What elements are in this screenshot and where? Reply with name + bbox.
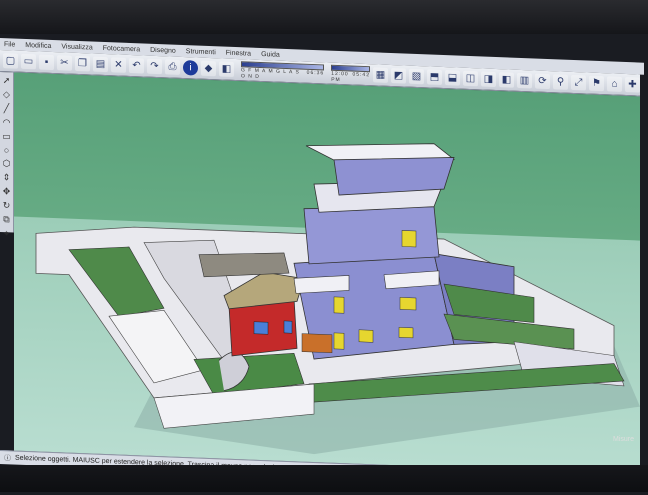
status-info-icon: ⓘ xyxy=(4,454,11,462)
zoom-icon[interactable]: ⚲ xyxy=(553,74,568,90)
menu-guida[interactable]: Guida xyxy=(261,51,280,59)
polygon-tool-icon[interactable]: ⬡ xyxy=(1,158,12,169)
paste-icon[interactable]: ▤ xyxy=(93,56,108,73)
front-view-icon[interactable]: ◫ xyxy=(463,70,478,87)
open-folder-icon[interactable]: ▭ xyxy=(21,53,36,70)
menu-modifica[interactable]: Modifica xyxy=(25,41,51,49)
left-view-icon[interactable]: ▥ xyxy=(517,72,532,89)
monitor-bezel-top xyxy=(0,0,648,34)
top-view-icon[interactable]: ⬓ xyxy=(445,70,460,86)
shadow-time-end: 05:42 xyxy=(352,71,370,78)
extension-icon[interactable]: ✚ xyxy=(625,77,640,93)
shadow-settings[interactable]: G F M A M G L A S O N D 06:36 xyxy=(241,60,325,82)
new-file-icon[interactable]: ▢ xyxy=(3,53,18,69)
orbit-icon[interactable]: ⟳ xyxy=(535,73,550,90)
measure-label: Misure xyxy=(612,436,634,443)
warehouse-icon[interactable]: ⌂ xyxy=(607,76,622,92)
shadow-months: G F M A M G L A S O N D xyxy=(241,66,300,80)
menu-disegno[interactable]: Disegno xyxy=(150,46,176,54)
window-yellow-6 xyxy=(333,332,345,350)
arc-tool-icon[interactable]: ◠ xyxy=(1,117,12,128)
redo-icon[interactable]: ↷ xyxy=(147,58,162,75)
menu-visualizza[interactable]: Visualizza xyxy=(61,43,92,51)
window-yellow-2 xyxy=(333,296,345,314)
window-yellow-3 xyxy=(399,297,417,311)
material-icon[interactable]: ◩ xyxy=(391,68,406,84)
3d-viewport[interactable] xyxy=(14,72,640,475)
circle-tool-icon[interactable]: ○ xyxy=(1,145,12,155)
garage-door xyxy=(301,333,333,354)
move-tool-icon[interactable]: ✥ xyxy=(1,186,12,197)
menu-fotocamera[interactable]: Fotocamera xyxy=(103,44,140,52)
shadow-time-mid: 12:00 PM xyxy=(331,70,349,83)
back-view-icon[interactable]: ◧ xyxy=(499,72,514,88)
window-yellow-5 xyxy=(398,327,414,339)
layer-icon[interactable]: ▧ xyxy=(409,68,424,85)
erase-icon[interactable]: ✕ xyxy=(111,57,126,73)
cut-icon[interactable]: ✂ xyxy=(57,55,72,71)
iso-view-icon[interactable]: ⬒ xyxy=(427,69,442,85)
shadow-time-start: 06:36 xyxy=(306,69,325,76)
shadow-time-panel[interactable]: 12:00 PM 05:42 xyxy=(331,64,370,83)
print-icon[interactable]: ⎙ xyxy=(165,59,180,75)
info-icon[interactable]: i xyxy=(183,60,198,76)
rotate-tool-icon[interactable]: ↻ xyxy=(1,200,12,211)
zoom-extents-icon[interactable]: ⤢ xyxy=(571,74,586,91)
undo-icon[interactable]: ↶ xyxy=(129,57,144,74)
menu-strumenti[interactable]: Strumenti xyxy=(186,48,216,56)
red-wing-window xyxy=(253,321,269,335)
copy-icon[interactable]: ❐ xyxy=(75,55,90,72)
component-icon[interactable]: ◆ xyxy=(201,60,216,77)
rectangle-tool-icon[interactable]: ▭ xyxy=(1,131,12,142)
house-model[interactable] xyxy=(14,73,640,475)
sketchup-window: File Modifica Visualizza Fotocamera Dise… xyxy=(0,30,648,495)
window-yellow-4 xyxy=(358,329,374,343)
window-yellow-1 xyxy=(401,230,417,248)
monitor-bezel-bottom xyxy=(0,465,648,492)
eraser-tool-icon[interactable]: ◇ xyxy=(1,89,12,100)
menu-finestra[interactable]: Finestra xyxy=(226,49,251,57)
shadow-icon[interactable]: ◧ xyxy=(219,61,234,77)
select-tool-icon[interactable]: ➚ xyxy=(1,75,12,86)
pushpull-tool-icon[interactable]: ⇕ xyxy=(1,172,12,183)
line-tool-icon[interactable]: ╱ xyxy=(1,103,12,114)
right-view-icon[interactable]: ◨ xyxy=(481,71,496,88)
tape-tool-icon[interactable]: ⌖ xyxy=(1,228,12,239)
red-wing-window-2 xyxy=(283,320,293,334)
left-toolbar: ➚ ◇ ╱ ◠ ▭ ○ ⬡ ⇕ ✥ ↻ ⧉ ⌖ xyxy=(0,72,14,238)
menu-file[interactable]: File xyxy=(4,41,15,48)
walk-icon[interactable]: ⚑ xyxy=(589,75,604,92)
save-icon[interactable]: ▪ xyxy=(39,54,54,71)
offset-tool-icon[interactable]: ⧉ xyxy=(1,214,12,225)
style-icon[interactable]: ▦ xyxy=(373,67,388,83)
